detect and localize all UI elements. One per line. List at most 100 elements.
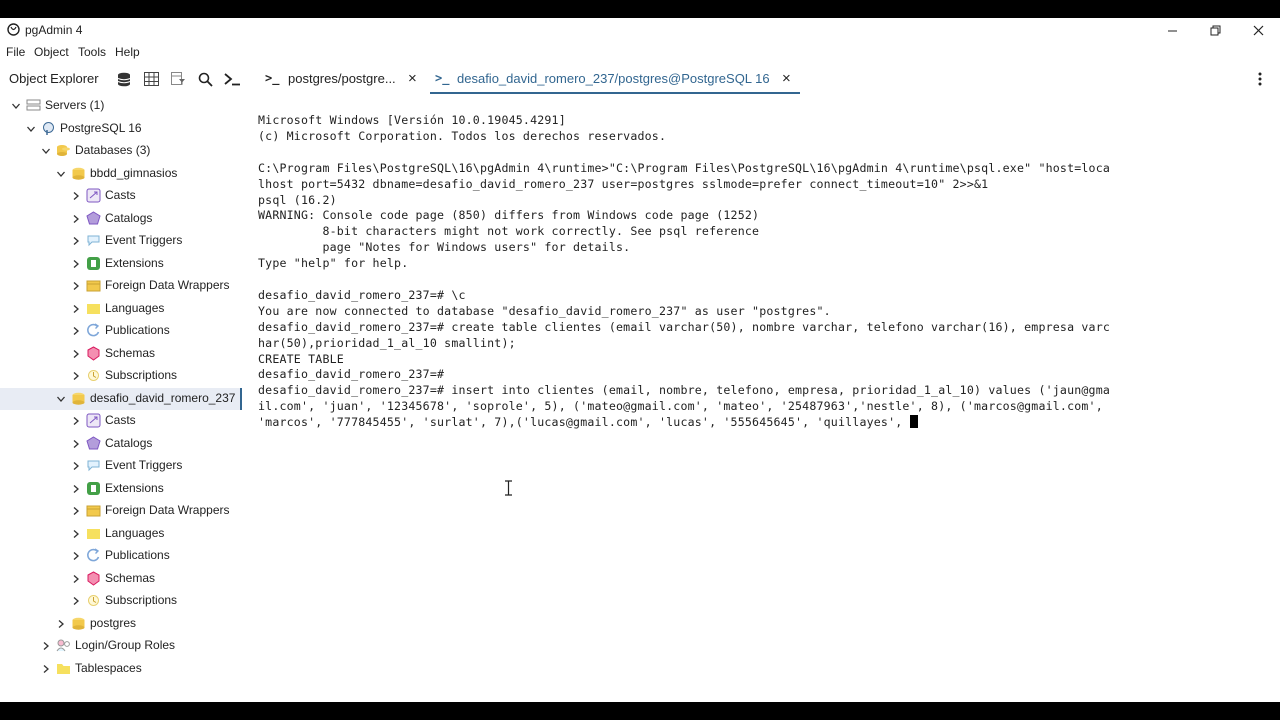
chevron-down-icon[interactable] [56,169,66,179]
table-icon [143,72,159,86]
chevron-right-icon[interactable] [41,641,51,651]
chevron-right-icon[interactable] [71,596,81,606]
tree-node[interactable]: Event Triggers [0,230,242,252]
more-options-icon[interactable] [1258,72,1262,86]
chevron-right-icon[interactable] [71,259,81,269]
chevron-right-icon[interactable] [71,506,81,516]
tree-node[interactable]: Catalogs [0,433,242,455]
tree-node[interactable]: Foreign Data Wrappers [0,275,242,297]
menu-object[interactable]: Object [34,45,69,59]
tablespaces-icon [56,661,71,676]
tree-node[interactable]: Foreign Data Wrappers [0,500,242,522]
tree-node[interactable]: Publications [0,545,242,567]
tree-node[interactable]: Schemas [0,343,242,365]
tree-node-label: postgres [90,615,137,630]
extensions-icon [86,256,101,271]
tree-node[interactable]: Event Triggers [0,455,242,477]
menu-help[interactable]: Help [115,45,140,59]
tree-node[interactable]: Publications [0,320,242,342]
tree-node[interactable]: Servers (1) [0,95,242,117]
tree-node[interactable]: Extensions [0,253,242,275]
tree-node[interactable]: PostgreSQL 16 [0,118,242,140]
tree-node[interactable]: Schemas [0,568,242,590]
tree-node[interactable]: desafio_david_romero_237 [0,387,242,410]
chevron-right-icon[interactable] [71,326,81,336]
tree-node[interactable]: Tablespaces [0,658,242,680]
chevron-right-icon[interactable] [71,574,81,584]
tree-node-label: Extensions [105,255,164,270]
tree-node[interactable]: Catalogs [0,208,242,230]
chevron-down-icon[interactable] [56,394,66,404]
close-tab-icon[interactable]: × [782,70,791,87]
view-data-button[interactable] [142,70,160,88]
chevron-right-icon[interactable] [71,349,81,359]
minimize-icon [1167,30,1177,31]
chevron-right-icon[interactable] [71,416,81,426]
tree-node-label: Casts [105,413,136,427]
chevron-right-icon[interactable] [71,439,81,449]
chevron-right-icon[interactable] [56,619,66,629]
terminal-line: 8-bit characters might not work correctl… [258,224,760,239]
minimize-button[interactable] [1157,20,1187,40]
restore-button[interactable] [1200,20,1230,40]
search-objects-button[interactable] [196,70,214,88]
tab-desafio-psql[interactable]: >_ desafio_david_romero_237/postgres@Pos… [430,64,800,94]
tree-node-label: Databases (3) [75,143,151,157]
servers-icon [26,98,41,113]
tree-node[interactable]: Login/Group Roles [0,635,242,657]
chevron-right-icon[interactable] [71,304,81,314]
chevron-right-icon[interactable] [71,281,81,291]
query-tool-button[interactable] [115,70,133,88]
tab-postgres-psql[interactable]: >_ postgres/postgre... × [252,64,427,94]
tree-node[interactable]: Languages [0,298,242,320]
tree-node-label: Languages [105,300,165,315]
tree-node-label: Catalogs [105,210,153,225]
chevron-down-icon[interactable] [26,124,36,134]
tree-node-label: Extensions [105,480,164,495]
object-explorer-title: Object Explorer [9,71,99,86]
psql-terminal[interactable]: Microsoft Windows [Versión 10.0.19045.42… [252,95,1272,695]
tree-node-label: Subscriptions [105,593,178,607]
database-icon [71,166,86,181]
tree-node[interactable]: Subscriptions [0,590,242,612]
menu-tools[interactable]: Tools [78,45,106,59]
database-icon [117,72,131,86]
tree-node[interactable]: Casts [0,185,242,207]
tree-node-label: Servers (1) [45,98,105,112]
tree-node-label: Event Triggers [105,458,183,472]
chevron-down-icon[interactable] [11,101,21,111]
psql-tool-button[interactable] [223,70,241,88]
tree-node[interactable]: Casts [0,410,242,432]
filter-icon [170,72,185,85]
chevron-right-icon[interactable] [71,191,81,201]
chevron-right-icon[interactable] [71,484,81,494]
close-window-button[interactable] [1243,20,1273,40]
tree-node[interactable]: bbdd_gimnasios [0,163,242,185]
chevron-right-icon[interactable] [71,214,81,224]
tree-node-label: Schemas [105,345,156,360]
tree-node[interactable]: Languages [0,523,242,545]
tree-node-label: Publications [105,323,170,337]
menu-file[interactable]: File [6,45,25,59]
tree-node-label: Tablespaces [75,660,142,675]
chevron-right-icon[interactable] [71,551,81,561]
chevron-right-icon[interactable] [71,236,81,246]
event-triggers-icon [86,458,101,473]
casts-icon [86,413,101,428]
languages-icon [86,301,101,316]
tree-node-label: Foreign Data Wrappers [105,278,230,292]
filter-rows-button[interactable] [169,70,187,88]
chevron-right-icon[interactable] [71,371,81,381]
tree-node[interactable]: postgres [0,613,242,635]
title-bar: pgAdmin 4 [0,18,1280,42]
chevron-down-icon[interactable] [41,146,51,156]
terminal-line: CREATE TABLE [258,351,344,366]
tree-node[interactable]: Databases (3) [0,140,242,162]
restore-icon [1210,25,1220,35]
tree-node[interactable]: Extensions [0,478,242,500]
chevron-right-icon[interactable] [41,664,51,674]
close-tab-icon[interactable]: × [408,70,417,87]
tree-node[interactable]: Subscriptions [0,365,242,387]
chevron-right-icon[interactable] [71,529,81,539]
chevron-right-icon[interactable] [71,461,81,471]
